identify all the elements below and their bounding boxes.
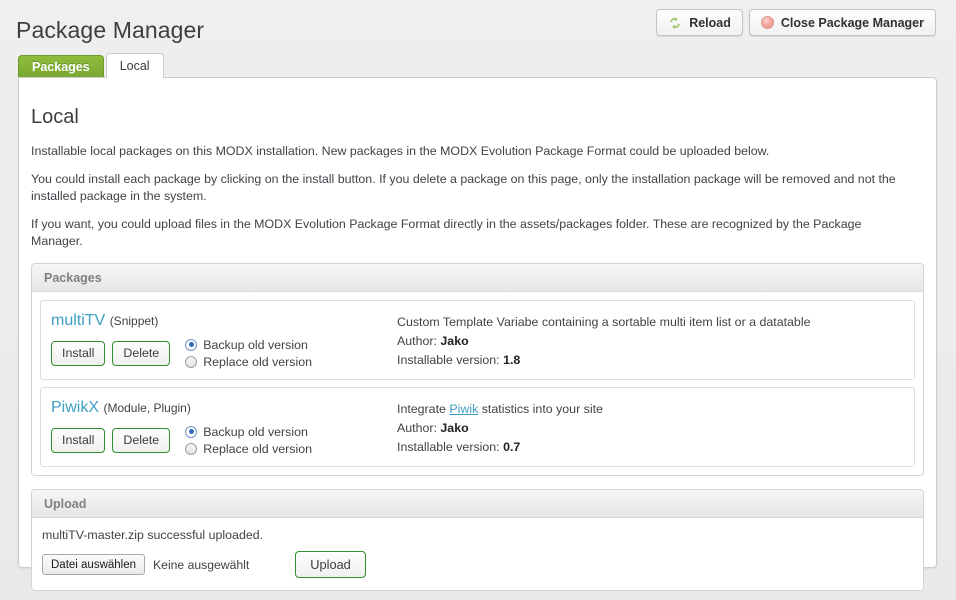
intro-paragraph-2: You could install each package by clicki… xyxy=(31,172,896,203)
page-title: Package Manager xyxy=(16,17,205,43)
reload-button-label: Reload xyxy=(689,15,731,30)
close-package-manager-button[interactable]: Close Package Manager xyxy=(748,9,936,36)
package-row: PiwikX (Module, Plugin) Install Delete B… xyxy=(40,387,915,467)
delete-button[interactable]: Delete xyxy=(112,340,171,366)
radio-backup-old-version[interactable]: Backup old version xyxy=(185,423,312,440)
intro-paragraph-1: Installable local packages on this MODX … xyxy=(31,144,770,158)
tab-bar: Packages Local xyxy=(0,53,956,78)
package-row-right: Custom Template Variabe containing a sor… xyxy=(351,308,904,370)
package-controls: Install Delete Backup old version Replac… xyxy=(51,423,351,457)
packages-panel: Packages multiTV (Snippet) Install Delet… xyxy=(31,263,924,476)
radio-replace-label: Replace old version xyxy=(203,441,313,456)
upload-controls: Datei auswählen Keine ausgewählt Upload xyxy=(42,551,915,578)
package-description: Integrate Piwik statistics into your sit… xyxy=(397,400,904,419)
radio-replace-old-version[interactable]: Replace old version xyxy=(185,440,312,457)
version-option-group: Backup old version Replace old version xyxy=(185,423,312,457)
packages-panel-title: Packages xyxy=(44,270,102,285)
intro-text: Installable local packages on this MODX … xyxy=(31,143,924,250)
package-description-prefix: Integrate xyxy=(397,402,450,416)
package-description-text: Custom Template Variabe containing a sor… xyxy=(397,315,811,329)
radio-replace-indicator[interactable] xyxy=(185,442,198,455)
intro-paragraph-3: If you want, you could upload files in t… xyxy=(31,217,862,248)
radio-replace-indicator[interactable] xyxy=(185,355,198,368)
reload-button[interactable]: Reload xyxy=(656,9,743,36)
tab-packages[interactable]: Packages xyxy=(18,55,104,77)
upload-button[interactable]: Upload xyxy=(295,551,366,578)
package-row: multiTV (Snippet) Install Delete Backup … xyxy=(40,300,915,380)
version-value: 0.7 xyxy=(503,440,521,454)
package-description: Custom Template Variabe containing a sor… xyxy=(397,313,904,332)
author-value: Jako xyxy=(440,334,469,348)
packages-panel-body: multiTV (Snippet) Install Delete Backup … xyxy=(32,292,923,475)
upload-status-message: multiTV-master.zip successful uploaded. xyxy=(42,528,264,542)
delete-button[interactable]: Delete xyxy=(112,427,171,453)
upload-panel-body: multiTV-master.zip successful uploaded. … xyxy=(32,518,923,590)
author-label: Author: xyxy=(397,421,437,435)
author-label: Author: xyxy=(397,334,437,348)
author-value: Jako xyxy=(440,421,469,435)
radio-backup-label: Backup old version xyxy=(203,337,308,352)
package-version-line: Installable version: 0.7 xyxy=(397,438,904,457)
upload-panel-header: Upload xyxy=(32,490,923,518)
package-version-line: Installable version: 1.8 xyxy=(397,351,904,370)
install-button[interactable]: Install xyxy=(51,427,106,453)
tab-local[interactable]: Local xyxy=(105,53,164,78)
package-row-right: Integrate Piwik statistics into your sit… xyxy=(351,395,904,457)
package-name-link[interactable]: PiwikX xyxy=(51,399,99,416)
radio-replace-old-version[interactable]: Replace old version xyxy=(185,353,312,370)
package-kind: (Module, Plugin) xyxy=(103,401,191,415)
version-label: Installable version: xyxy=(397,440,500,454)
section-title: Local xyxy=(31,106,79,128)
version-value: 1.8 xyxy=(503,353,521,367)
upload-panel-title: Upload xyxy=(44,496,87,511)
top-bar: Package Manager Reload Close Package Man… xyxy=(0,0,956,54)
version-option-group: Backup old version Replace old version xyxy=(185,336,312,370)
package-title-line: multiTV (Snippet) xyxy=(51,312,351,330)
radio-backup-indicator[interactable] xyxy=(185,338,198,351)
radio-backup-old-version[interactable]: Backup old version xyxy=(185,336,312,353)
package-name-link[interactable]: multiTV xyxy=(51,312,105,329)
install-button[interactable]: Install xyxy=(51,340,106,366)
radio-backup-indicator[interactable] xyxy=(185,425,198,438)
tab-packages-label: Packages xyxy=(32,59,90,74)
package-description-suffix: statistics into your site xyxy=(478,402,603,416)
main-panel: Local Installable local packages on this… xyxy=(18,77,937,591)
piwik-link[interactable]: Piwik xyxy=(449,402,478,416)
package-controls: Install Delete Backup old version Replac… xyxy=(51,336,351,370)
close-circle-icon xyxy=(760,16,774,29)
selected-file-name: Keine ausgewählt xyxy=(153,557,250,572)
packages-panel-header: Packages xyxy=(32,264,923,292)
tab-local-label: Local xyxy=(119,59,150,73)
close-package-manager-label: Close Package Manager xyxy=(780,15,924,30)
package-row-left: PiwikX (Module, Plugin) Install Delete B… xyxy=(51,395,351,457)
header-actions: Reload Close Package Manager xyxy=(656,9,936,36)
package-kind: (Snippet) xyxy=(109,314,159,328)
radio-replace-label: Replace old version xyxy=(203,354,313,369)
package-row-left: multiTV (Snippet) Install Delete Backup … xyxy=(51,308,351,370)
choose-file-button[interactable]: Datei auswählen xyxy=(42,554,146,575)
radio-backup-label: Backup old version xyxy=(203,424,308,439)
version-label: Installable version: xyxy=(397,353,500,367)
upload-panel: Upload multiTV-master.zip successful upl… xyxy=(31,489,924,591)
reload-icon xyxy=(668,16,682,30)
package-author-line: Author: Jako xyxy=(397,332,904,351)
package-title-line: PiwikX (Module, Plugin) xyxy=(51,399,351,417)
package-author-line: Author: Jako xyxy=(397,419,904,438)
